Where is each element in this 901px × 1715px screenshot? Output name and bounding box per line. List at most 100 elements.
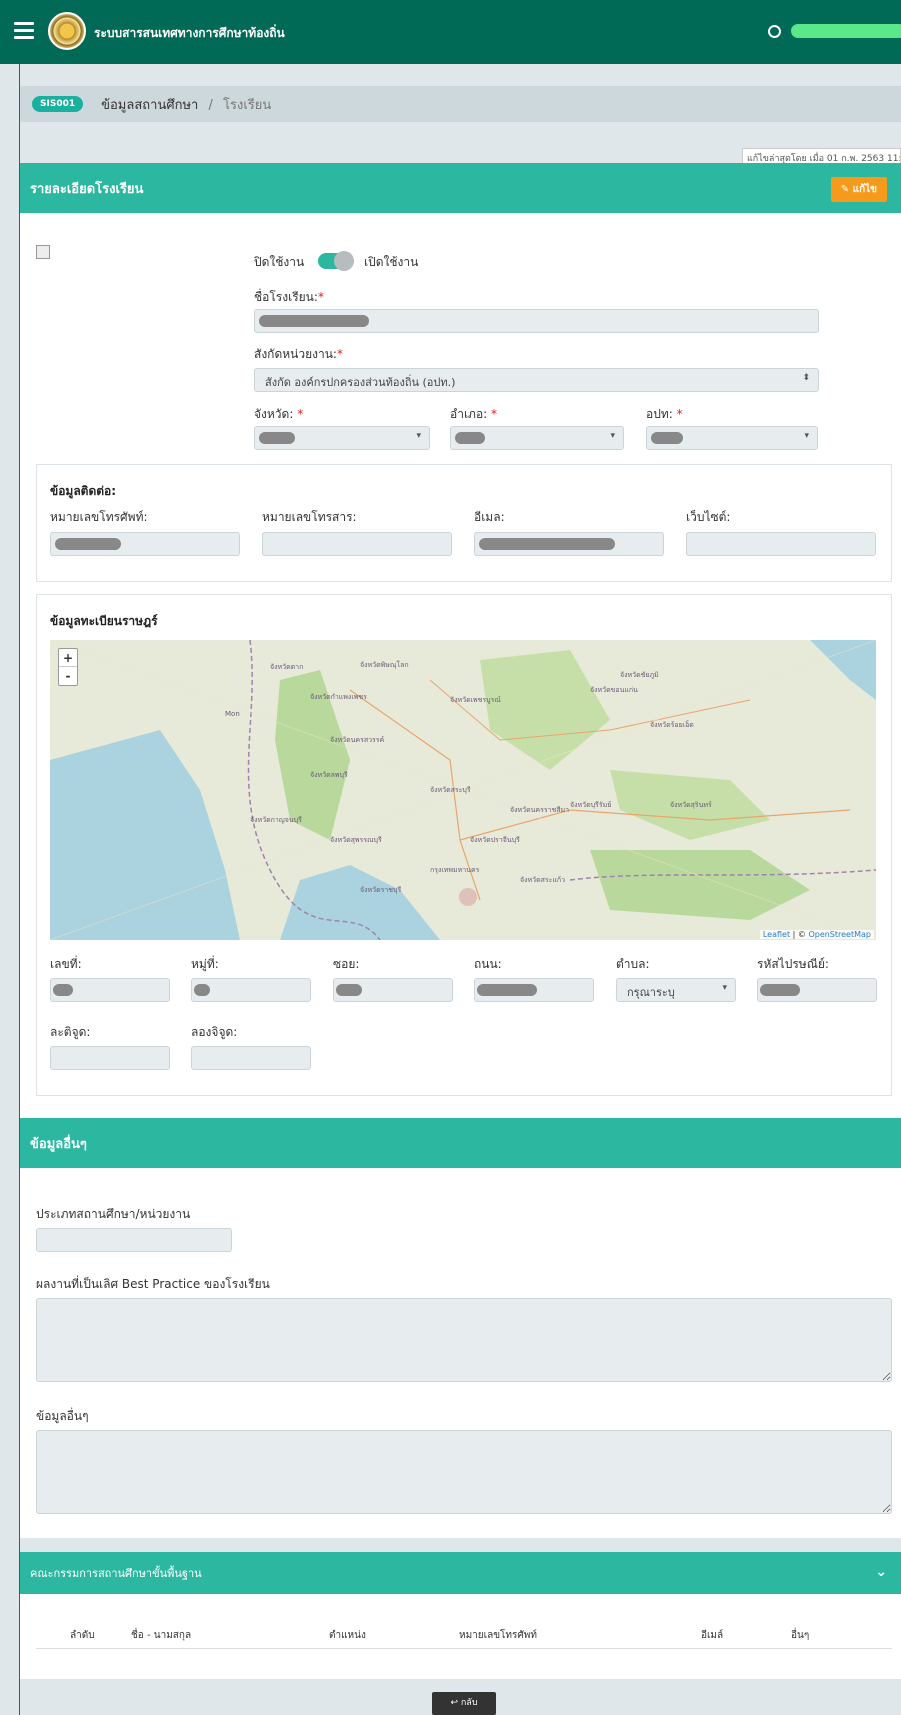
app-title: ระบบสารสนเทศทางการศึกษาท้องถิ่น — [94, 26, 285, 40]
fax-label: หมายเลขโทรสาร: — [262, 510, 357, 524]
zoom-in-button[interactable]: + — [59, 649, 77, 667]
location-map[interactable]: จังหวัดตาก จังหวัดกำแพงเพชร จังหวัดพิษณุโล… — [50, 640, 876, 940]
back-button[interactable]: ↩ กลับ — [432, 1692, 496, 1715]
osm-link[interactable]: OpenStreetMap — [808, 930, 871, 939]
best-practice-textarea[interactable] — [36, 1298, 892, 1382]
map-place-label: จังหวัดพิษณุโลก — [360, 661, 409, 669]
website-input[interactable] — [686, 532, 876, 556]
subdistrict-select[interactable]: กรุณาระบุ ▾ — [616, 978, 736, 1002]
house-no-input[interactable] — [50, 978, 170, 1002]
breadcrumb: SIS001 ข้อมูลสถานศึกษา / โรงเรียน — [20, 86, 901, 122]
panel-title: รายละเอียดโรงเรียน — [30, 181, 144, 197]
email-input[interactable] — [474, 532, 664, 556]
map-place-label: จังหวัดสุพรรณบุรี — [330, 836, 382, 844]
column-header-name: ชื่อ - นามสกุล — [131, 1630, 192, 1641]
province-label: จังหวัด: * — [254, 407, 304, 421]
user-name-redacted — [791, 24, 901, 38]
user-icon — [768, 24, 781, 38]
map-place-label: จังหวัดชัยภูมิ — [620, 671, 659, 679]
chevron-down-icon: ▾ — [722, 983, 727, 993]
moo-label: หมู่ที่: — [191, 957, 219, 971]
school-type-input[interactable] — [36, 1228, 232, 1252]
chevron-down-icon: ▾ — [610, 431, 615, 441]
map-place-label: จังหวัดสระแก้ว — [520, 876, 566, 884]
latitude-input[interactable] — [50, 1046, 170, 1070]
committee-title: คณะกรรมการสถานศึกษาขั้นพื้นฐาน — [30, 1567, 202, 1580]
latitude-label: ละติจูด: — [50, 1025, 91, 1039]
longitude-input[interactable] — [191, 1046, 311, 1070]
school-name-label: ชื่อโรงเรียน:* — [254, 290, 324, 304]
active-toggle[interactable] — [318, 251, 354, 271]
contact-title: ข้อมูลติดต่อ: — [50, 484, 117, 498]
edit-button[interactable]: ✎ แก้ไข — [830, 177, 887, 202]
breadcrumb-separator: / — [208, 97, 213, 113]
map-place-label: จังหวัดขอนแก่น — [590, 686, 638, 694]
longitude-label: ลองจิจูด: — [191, 1025, 238, 1039]
province-select[interactable]: ▾ — [254, 426, 430, 450]
map-zoom-control: + - — [58, 648, 78, 686]
other-info-textarea[interactable] — [36, 1430, 892, 1514]
contact-section — [36, 464, 892, 582]
user-menu[interactable]: ▼ — [768, 24, 901, 38]
breadcrumb-trail: ข้อมูลสถานศึกษา / โรงเรียน — [101, 94, 271, 115]
other-info-label: ข้อมูลอื่นๆ — [36, 1409, 89, 1423]
best-practice-label: ผลงานที่เป็นเลิศ Best Practice ของโรงเรี… — [36, 1277, 270, 1291]
top-navbar: ระบบสารสนเทศทางการศึกษาท้องถิ่น ▼ — [0, 0, 901, 64]
email-label: อีเมล: — [474, 510, 505, 524]
column-header-position: ตำแหน่ง — [329, 1630, 366, 1641]
map-place-label: จังหวัดลพบุรี — [310, 771, 348, 779]
map-place-label: จังหวัดนครสวรรค์ — [330, 736, 385, 744]
moo-input[interactable] — [191, 978, 311, 1002]
road-input[interactable] — [474, 978, 594, 1002]
soi-label: ซอย: — [333, 957, 360, 971]
soi-input[interactable] — [333, 978, 453, 1002]
module-code-badge: SIS001 — [32, 96, 84, 112]
school-type-label: ประเภทสถานศึกษา/หน่วยงาน — [36, 1207, 191, 1221]
postcode-label: รหัสไปรษณีย์: — [757, 957, 829, 971]
lao-select[interactable]: ▾ — [646, 426, 818, 450]
school-detail-header: รายละเอียดโรงเรียน ✎ แก้ไข — [20, 163, 901, 213]
edit-button-label: แก้ไข — [852, 184, 877, 195]
map-place-label: จังหวัดร้อยเอ็ด — [650, 721, 694, 729]
road-label: ถนน: — [474, 957, 502, 971]
school-name-input[interactable] — [254, 309, 819, 333]
other-panel-title: ข้อมูลอื่นๆ — [30, 1136, 87, 1152]
column-header-phone: หมายเลขโทรศัพท์ — [459, 1630, 537, 1641]
map-place-label: กรุงเทพมหานคร — [430, 866, 480, 874]
subdistrict-value: กรุณาระบุ — [627, 986, 675, 999]
column-header-other: อื่นๆ — [791, 1630, 810, 1641]
phone-input[interactable] — [50, 532, 240, 556]
subdistrict-label: ตำบล: — [616, 957, 650, 971]
lao-label: อปท: * — [646, 407, 683, 421]
back-button-label: กลับ — [460, 1698, 478, 1708]
affiliation-label: สังกัดหน่วยงาน:* — [254, 347, 343, 361]
affiliation-value: สังกัด องค์กรปกครองส่วนท้องถิ่น (อปท.) — [265, 376, 456, 389]
map-place-label: จังหวัดสุรินทร์ — [670, 801, 712, 809]
map-place-label: จังหวัดบุรีรัมย์ — [570, 801, 612, 809]
affiliation-select[interactable]: สังกัด องค์กรปกครองส่วนท้องถิ่น (อปท.) ⬍ — [254, 368, 819, 392]
select-updown-icon: ⬍ — [802, 373, 810, 383]
zoom-out-button[interactable]: - — [59, 667, 77, 685]
house-no-label: เลขที่: — [50, 957, 82, 971]
map-attribution: Leaflet | © OpenStreetMap — [759, 930, 874, 939]
committee-panel: คณะกรรมการสถานศึกษาขั้นพื้นฐาน ⌄ — [20, 1552, 901, 1679]
toggle-on-label: เปิดใช้งาน — [364, 255, 419, 269]
map-place-label: จังหวัดสระบุรี — [430, 786, 471, 794]
fax-input[interactable] — [262, 532, 452, 556]
leaflet-link[interactable]: Leaflet — [763, 930, 790, 939]
breadcrumb-section[interactable]: ข้อมูลสถานศึกษา — [101, 98, 198, 113]
district-label: อำเภอ: * — [450, 407, 498, 421]
postcode-input[interactable] — [757, 978, 877, 1002]
table-divider — [36, 1648, 892, 1649]
phone-label: หมายเลขโทรศัพท์: — [50, 510, 148, 524]
committee-header[interactable]: คณะกรรมการสถานศึกษาขั้นพื้นฐาน ⌄ — [20, 1552, 901, 1594]
breadcrumb-current: โรงเรียน — [223, 97, 272, 113]
map-place-label: จังหวัดราชบุรี — [360, 886, 402, 894]
toggle-off-label: ปิดใช้งาน — [254, 255, 305, 269]
map-place-label: จังหวัดกาญจนบุรี — [250, 816, 302, 824]
chevron-down-icon: ▾ — [416, 431, 421, 441]
menu-icon[interactable] — [14, 22, 34, 40]
district-select[interactable]: ▾ — [450, 426, 624, 450]
map-place-label: จังหวัดกำแพงเพชร — [310, 693, 367, 701]
chevron-down-icon[interactable]: ⌄ — [875, 1564, 887, 1580]
